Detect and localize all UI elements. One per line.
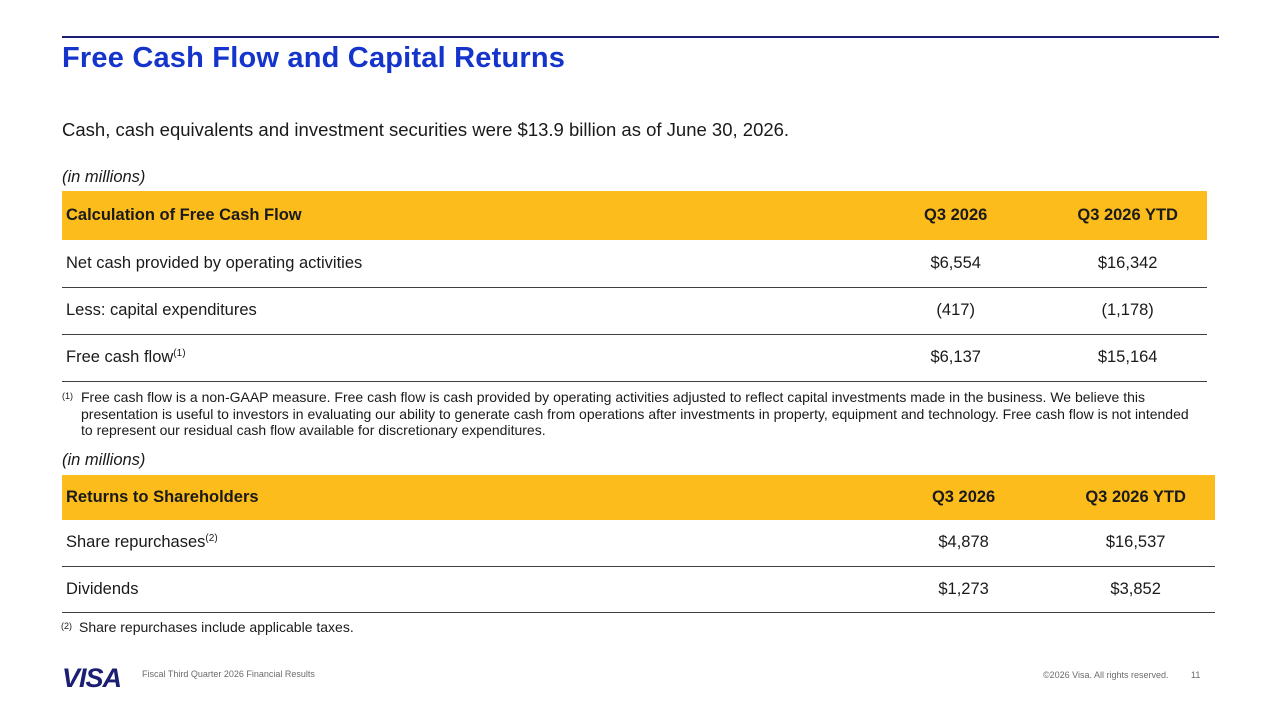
footnote-text: Share repurchases include applicable tax… xyxy=(79,619,354,635)
row-label: Share repurchases(2) xyxy=(62,520,871,567)
row-q3-value: $6,554 xyxy=(863,240,1049,288)
row-ytd-value: $16,342 xyxy=(1048,240,1207,288)
header-ytd: Q3 2026 YTD xyxy=(1077,206,1178,224)
footnote-text: Free cash flow is a non-GAAP measure. Fr… xyxy=(81,389,1189,438)
footer-copyright: ©2026 Visa. All rights reserved. xyxy=(1043,670,1169,680)
footer-report-title: Fiscal Third Quarter 2026 Financial Resu… xyxy=(142,669,315,679)
row-label: Net cash provided by operating activitie… xyxy=(62,240,864,288)
row-q3-value: (417) xyxy=(863,287,1049,335)
table-header-row: Returns to Shareholders Q3 2026 Q3 2026 … xyxy=(62,475,1215,520)
visa-logo-text: VISA xyxy=(62,663,121,691)
table-row: Dividends $1,273 $3,852 xyxy=(62,566,1215,613)
footnote-marker: (1) xyxy=(62,391,73,401)
footnote-reference: (2) xyxy=(205,533,218,545)
free-cash-flow-table: Calculation of Free Cash Flow Q3 2026 Q3… xyxy=(62,191,1207,382)
returns-to-shareholders-table: Returns to Shareholders Q3 2026 Q3 2026 … xyxy=(62,475,1215,613)
footnote-1: (1) Free cash flow is a non-GAAP measure… xyxy=(62,389,1202,439)
row-ytd-value: $15,164 xyxy=(1048,334,1207,382)
row-q3-value: $4,878 xyxy=(870,520,1057,567)
header-q3: Q3 2026 xyxy=(924,206,988,224)
row-label: Less: capital expenditures xyxy=(62,287,864,335)
units-label: (in millions) xyxy=(62,451,146,469)
top-divider xyxy=(62,36,1219,38)
header-label: Calculation of Free Cash Flow xyxy=(66,206,302,224)
units-label: (in millions) xyxy=(62,168,146,186)
header-label: Returns to Shareholders xyxy=(66,488,259,506)
row-q3-value: $6,137 xyxy=(863,334,1049,382)
table-header-row: Calculation of Free Cash Flow Q3 2026 Q3… xyxy=(62,191,1207,240)
table-row: Free cash flow(1) $6,137 $15,164 xyxy=(62,334,1207,382)
cash-summary-text: Cash, cash equivalents and investment se… xyxy=(62,119,790,140)
footnote-marker: (2) xyxy=(61,621,72,631)
table-row: Less: capital expenditures (417) (1,178) xyxy=(62,287,1207,335)
table-row: Share repurchases(2) $4,878 $16,537 xyxy=(62,520,1215,567)
row-q3-value: $1,273 xyxy=(870,566,1057,613)
footnote-2: (2) Share repurchases include applicable… xyxy=(61,619,861,636)
header-ytd: Q3 2026 YTD xyxy=(1085,488,1186,506)
slide-title: Free Cash Flow and Capital Returns xyxy=(62,42,566,74)
row-ytd-value: (1,178) xyxy=(1048,287,1207,335)
table-row: Net cash provided by operating activitie… xyxy=(62,240,1207,288)
page-number: 11 xyxy=(1191,670,1201,680)
visa-logo: VISA xyxy=(62,663,122,691)
header-q3: Q3 2026 xyxy=(931,488,996,506)
row-label: Free cash flow(1) xyxy=(62,334,864,382)
row-ytd-value: $16,537 xyxy=(1056,520,1215,567)
row-label: Dividends xyxy=(62,566,871,613)
row-ytd-value: $3,852 xyxy=(1056,566,1215,613)
footnote-reference: (1) xyxy=(173,348,186,359)
